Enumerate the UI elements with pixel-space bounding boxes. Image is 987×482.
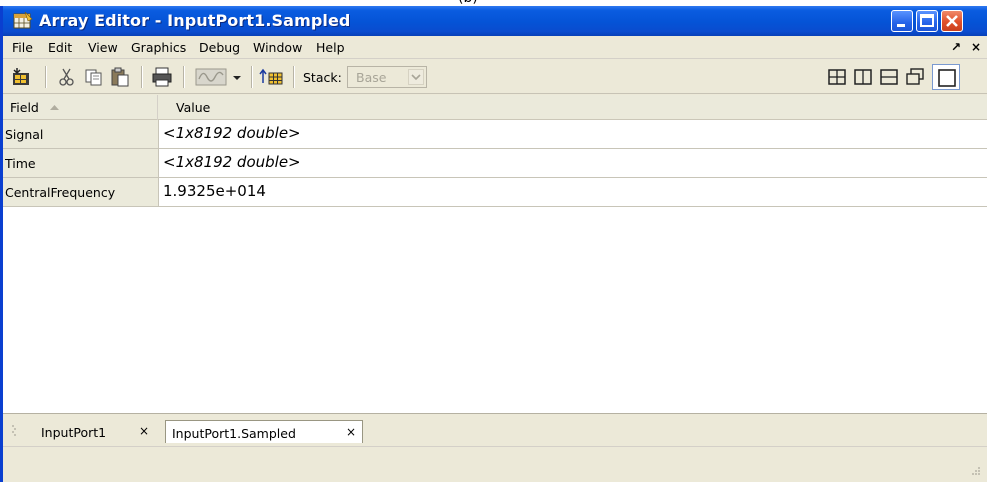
value-column-label: Value [176,100,211,115]
menu-help[interactable]: Help [316,40,345,55]
field-value: <1x8192 double> [163,124,301,142]
value-cell[interactable]: <1x8192 double> [159,120,987,148]
window-title: Array Editor - InputPort1.Sampled [39,11,351,30]
title-bar[interactable]: Array Editor - InputPort1.Sampled [3,6,987,36]
tab-label: InputPort1.Sampled [172,426,296,441]
toolbar-separator [45,66,46,88]
split-horizontal-icon[interactable] [879,67,899,87]
cut-icon[interactable] [56,67,78,87]
toolbar-separator [251,66,252,88]
sort-ascending-icon [50,105,59,110]
tab-close-icon[interactable]: × [139,424,149,438]
menu-file[interactable]: File [12,40,33,55]
field-cell[interactable]: CentralFrequency [3,178,159,206]
field-name: Time [5,156,36,171]
minimize-button[interactable] [891,10,913,32]
field-value: 1.9325e+014 [163,182,266,200]
split-vertical-icon[interactable] [853,67,873,87]
stack-label: Stack: [303,70,342,85]
plot-icon[interactable] [195,67,229,87]
paste-icon[interactable] [109,67,131,87]
field-name: Signal [5,127,44,142]
value-cell[interactable]: <1x8192 double> [159,149,987,177]
copy-icon[interactable] [83,67,105,87]
go-up-icon[interactable] [259,67,285,87]
table-row[interactable]: Signal <1x8192 double> [3,120,987,149]
toolbar: Stack: Base [3,60,987,94]
resize-grip-icon[interactable] [969,464,981,476]
close-icon [946,15,958,27]
menu-graphics[interactable]: Graphics [131,40,186,55]
toolbar-separator [183,66,184,88]
undock-icon[interactable]: ↗ [951,40,961,54]
field-name: CentralFrequency [5,185,116,200]
value-cell[interactable]: 1.9325e+014 [159,178,987,206]
tab-close-icon[interactable]: × [346,425,356,439]
menu-debug[interactable]: Debug [199,40,240,55]
plot-dropdown-icon[interactable] [231,67,243,87]
chevron-down-icon [411,74,421,81]
array-editor-app-icon [13,12,33,29]
maximize-icon [920,14,934,27]
float-icon[interactable] [905,67,925,87]
menu-view[interactable]: View [88,40,118,55]
status-bar [3,446,987,482]
tile-icon[interactable] [827,67,847,87]
array-editor-window: Array Editor - InputPort1.Sampled File E… [0,6,987,482]
close-button[interactable] [941,10,963,32]
menu-window[interactable]: Window [253,40,302,55]
import-data-icon[interactable] [11,67,33,87]
close-editor-icon[interactable]: × [971,40,981,54]
toolbar-separator [141,66,142,88]
document-tab-bar: InputPort1 × InputPort1.Sampled × [3,413,987,445]
maximize-layout-button[interactable] [932,64,960,90]
value-column-header[interactable]: Value [159,95,987,120]
maximize-button[interactable] [916,10,938,32]
table-row[interactable]: CentralFrequency 1.9325e+014 [3,178,987,207]
tab-inputport1[interactable]: InputPort1 × [25,420,159,443]
table-row[interactable]: Time <1x8192 double> [3,149,987,178]
grid-header: Field Value [3,95,987,120]
menu-edit[interactable]: Edit [48,40,72,55]
field-value: <1x8192 double> [163,153,301,171]
field-column-header[interactable]: Field [3,95,158,120]
print-icon[interactable] [151,67,173,87]
stack-select[interactable]: Base [347,66,427,88]
field-column-label: Field [10,100,39,115]
array-grid: Field Value Signal <1x8192 double> Time … [3,95,987,413]
field-cell[interactable]: Signal [3,120,159,148]
menu-bar: File Edit View Graphics Debug Window Hel… [3,36,987,59]
field-cell[interactable]: Time [3,149,159,177]
minimize-icon [897,24,905,27]
stack-dropdown-button[interactable] [408,69,424,85]
maximize-layout-icon [938,69,956,87]
toolbar-separator [293,66,294,88]
tab-label: InputPort1 [41,425,107,440]
drag-grip-icon[interactable] [12,424,16,438]
stack-select-value: Base [356,70,387,85]
tab-inputport1-sampled[interactable]: InputPort1.Sampled × [165,420,363,443]
